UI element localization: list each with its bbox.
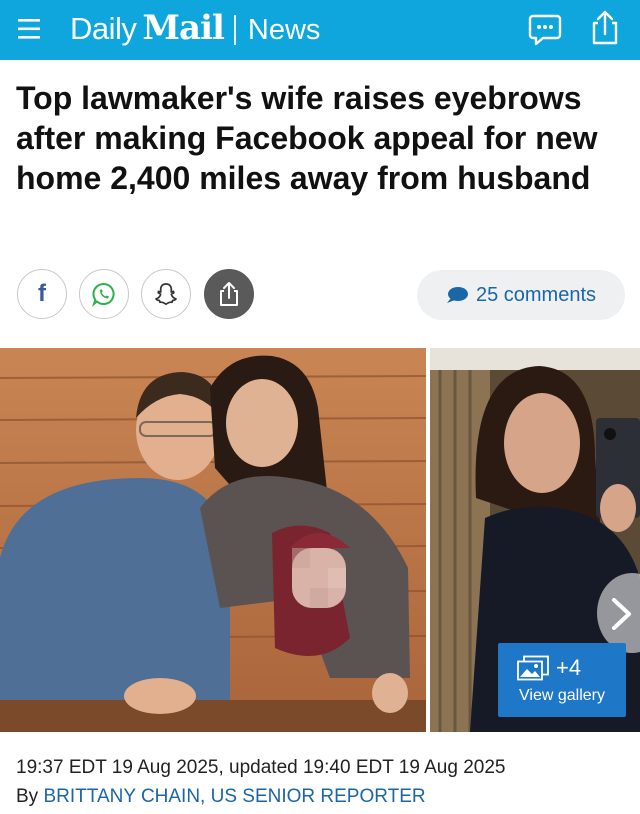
whatsapp-icon [92, 283, 115, 307]
comments-icon[interactable] [527, 11, 563, 47]
whatsapp-share-button[interactable] [79, 269, 129, 319]
header-bar: Daily Mail News [0, 0, 640, 60]
site-logo[interactable]: Daily Mail News [70, 8, 320, 52]
main-article-image[interactable] [0, 348, 426, 732]
gallery-count: +4 [556, 655, 582, 680]
article-timestamp: 19:37 EDT 19 Aug 2025, updated 19:40 EDT… [16, 757, 506, 778]
brand-daily: Daily [70, 11, 137, 46]
brand-divider [233, 15, 236, 45]
brand-mail: Mail [142, 8, 224, 48]
more-share-button[interactable] [204, 269, 254, 319]
comments-button[interactable]: 25 comments [417, 270, 625, 320]
comment-bubble-icon [446, 287, 468, 303]
article-byline: By BRITTANY CHAIN, US SENIOR REPORTER [16, 786, 426, 808]
facebook-icon: f [38, 280, 46, 307]
facebook-share-button[interactable]: f [17, 269, 67, 319]
byline-prefix: By [16, 786, 39, 807]
view-gallery-button[interactable]: +4 View gallery [498, 643, 626, 717]
gallery-count-row: +4 [516, 655, 581, 681]
snapchat-icon [155, 283, 177, 306]
author-link[interactable]: BRITTANY CHAIN, US SENIOR REPORTER [43, 786, 425, 807]
snapchat-share-button[interactable] [141, 269, 191, 319]
gallery-label: View gallery [519, 687, 605, 704]
section-title: News [247, 14, 321, 46]
chevron-right-icon [612, 598, 631, 630]
gallery-icon [517, 655, 549, 681]
menu-icon[interactable] [16, 17, 46, 41]
share-icon [220, 282, 238, 306]
share-icon[interactable] [587, 9, 623, 47]
comments-count: 25 comments [475, 283, 597, 306]
article-headline: Top lawmaker's wife raises eyebrows afte… [16, 80, 598, 196]
